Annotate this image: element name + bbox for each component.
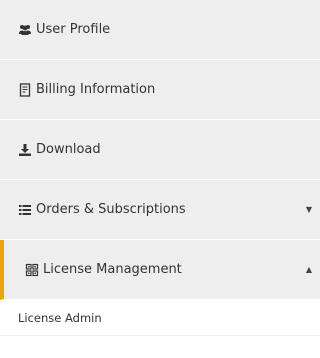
menu-item-user-profile[interactable]: User Profile	[0, 0, 320, 60]
grid-icon	[25, 263, 39, 277]
submenu-item-license-admin[interactable]: License Admin	[0, 300, 320, 336]
chevron-down-icon[interactable]: ▼	[306, 205, 312, 214]
receipt-icon	[18, 82, 32, 97]
menu-item-orders-subscriptions[interactable]: Orders & Subscriptions ▼	[0, 180, 320, 240]
download-icon	[18, 143, 32, 157]
menu-item-label: License Management	[43, 262, 182, 277]
submenu-item-label: License Admin	[18, 310, 102, 325]
menu-item-download[interactable]: Download	[0, 120, 320, 180]
list-icon	[18, 203, 32, 217]
sidebar-menu: User Profile Billing Information Downloa…	[0, 0, 320, 336]
menu-item-license-management[interactable]: License Management ▲	[0, 240, 320, 300]
menu-item-label: Download	[36, 142, 101, 157]
users-icon	[18, 23, 32, 37]
chevron-up-icon[interactable]: ▲	[306, 265, 312, 274]
menu-item-label: Orders & Subscriptions	[36, 202, 186, 217]
menu-item-label: Billing Information	[36, 82, 156, 97]
menu-item-billing-information[interactable]: Billing Information	[0, 60, 320, 120]
menu-item-label: User Profile	[36, 22, 111, 37]
